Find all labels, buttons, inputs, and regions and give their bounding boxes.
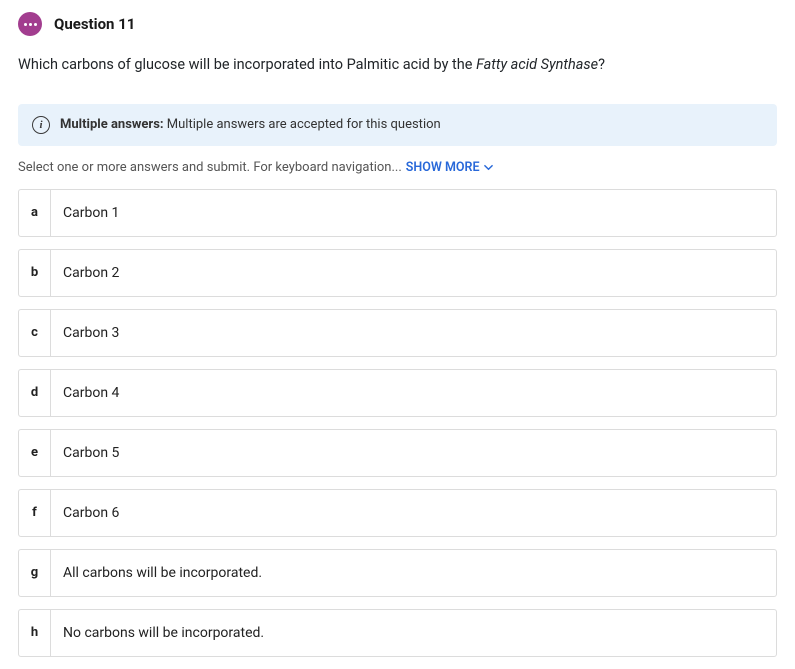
answer-text: Carbon 4 [51, 370, 776, 416]
answer-key: g [19, 550, 51, 596]
answer-key: b [19, 250, 51, 296]
answer-text: No carbons will be incorporated. [51, 610, 776, 656]
answer-key: c [19, 310, 51, 356]
info-banner: i Multiple answers: Multiple answers are… [18, 104, 777, 146]
answer-key: d [19, 370, 51, 416]
answer-option[interactable]: d Carbon 4 [18, 369, 777, 417]
answer-key: h [19, 610, 51, 656]
answer-text: Carbon 3 [51, 310, 776, 356]
chat-bubble-icon [18, 12, 42, 36]
info-banner-text: Multiple answers: Multiple answers are a… [60, 117, 441, 132]
answer-option[interactable]: a Carbon 1 [18, 189, 777, 237]
info-icon: i [32, 116, 50, 134]
question-text-italic: Fatty acid Synthase [476, 56, 598, 73]
answer-key: a [19, 190, 51, 236]
show-more-button[interactable]: SHOW MORE [406, 160, 493, 175]
answer-option[interactable]: c Carbon 3 [18, 309, 777, 357]
answer-option[interactable]: f Carbon 6 [18, 489, 777, 537]
answer-option[interactable]: h No carbons will be incorporated. [18, 609, 777, 657]
answer-text: Carbon 5 [51, 430, 776, 476]
answer-text: All carbons will be incorporated. [51, 550, 776, 596]
chevron-down-icon [484, 163, 493, 172]
answer-text: Carbon 2 [51, 250, 776, 296]
answer-option[interactable]: g All carbons will be incorporated. [18, 549, 777, 597]
question-title: Question 11 [54, 15, 135, 33]
show-more-label: SHOW MORE [406, 160, 480, 175]
answer-option[interactable]: b Carbon 2 [18, 249, 777, 297]
instructions-text: Select one or more answers and submit. F… [18, 160, 402, 175]
answer-option[interactable]: e Carbon 5 [18, 429, 777, 477]
question-text-after: ? [598, 56, 605, 73]
answer-text: Carbon 1 [51, 190, 776, 236]
info-banner-bold: Multiple answers: [60, 117, 164, 132]
question-text-before: Which carbons of glucose will be incorpo… [18, 56, 476, 73]
instructions-row: Select one or more answers and submit. F… [18, 160, 777, 175]
answer-key: f [19, 490, 51, 536]
answer-key: e [19, 430, 51, 476]
question-header: Question 11 [18, 12, 777, 36]
info-banner-rest: Multiple answers are accepted for this q… [164, 117, 441, 132]
answer-text: Carbon 6 [51, 490, 776, 536]
question-text: Which carbons of glucose will be incorpo… [18, 54, 777, 76]
answer-list: a Carbon 1 b Carbon 2 c Carbon 3 d Carbo… [18, 189, 777, 657]
